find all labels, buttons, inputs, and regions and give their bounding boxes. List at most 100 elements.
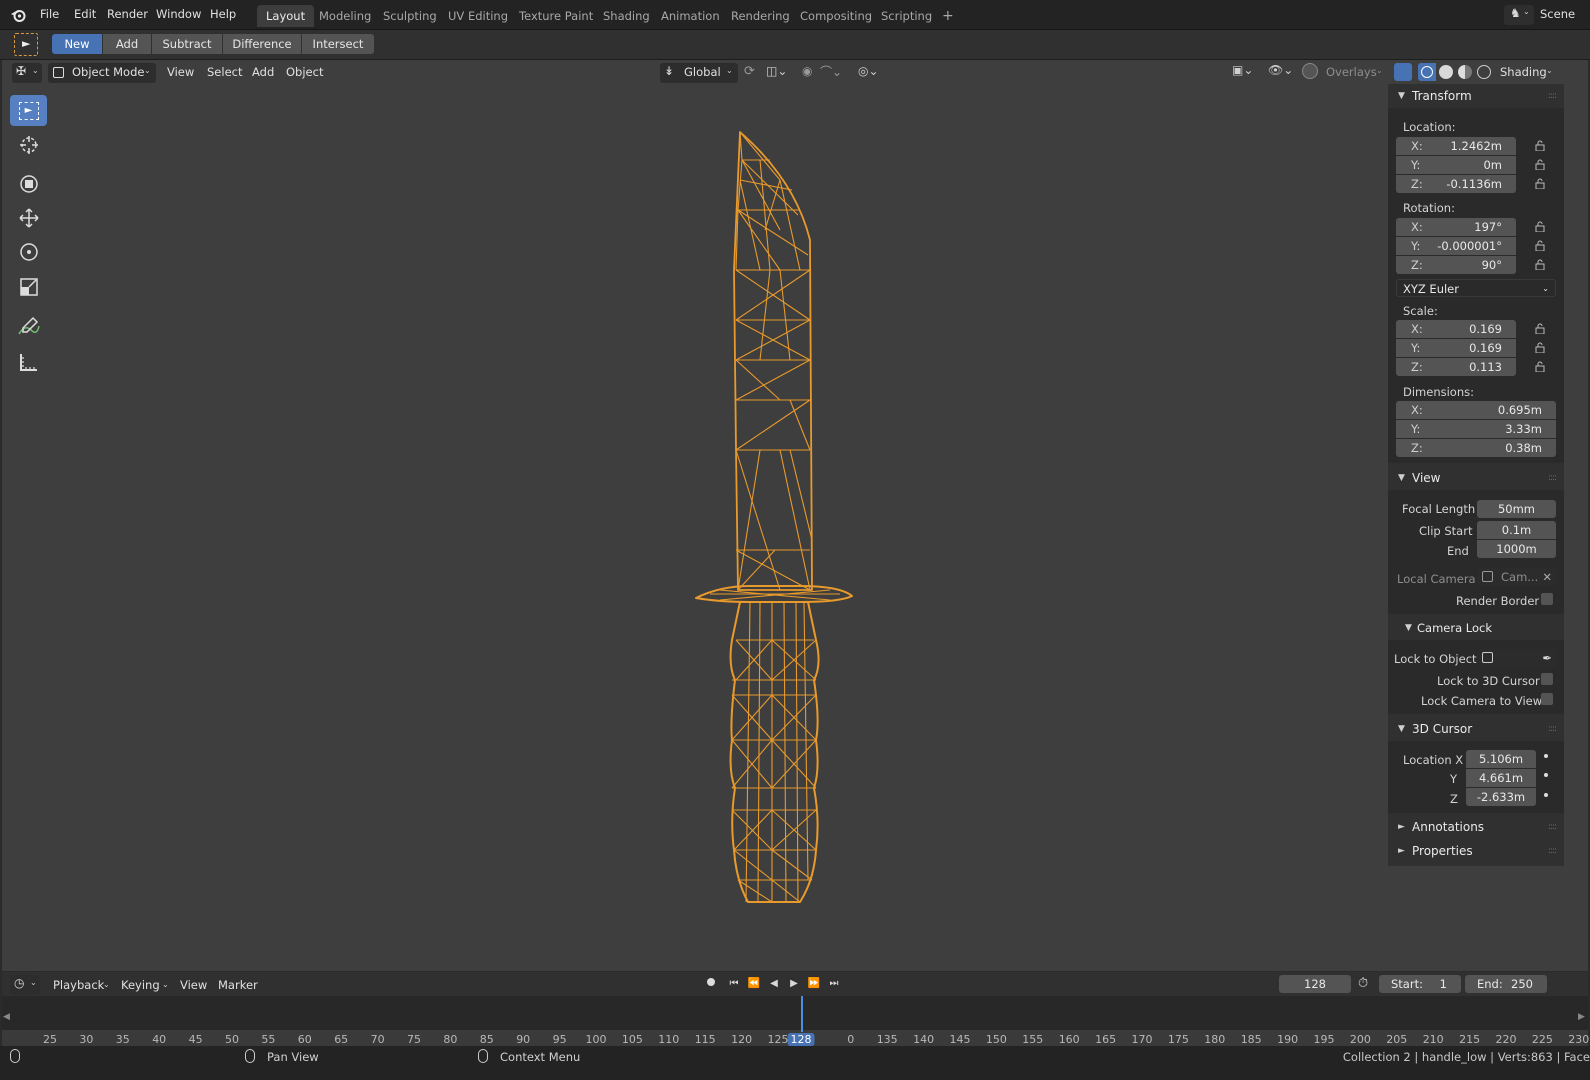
tab-shading[interactable]: Shading [594,5,659,27]
annotate-tool[interactable] [10,311,47,342]
lock-rotation-y-icon[interactable] [1535,240,1545,251]
3d-cursor-panel-header[interactable]: ▼ 3D Cursor :::: [1388,717,1564,741]
material-shading-icon[interactable] [1458,65,1472,79]
rotate-tool[interactable] [10,236,47,267]
cursor-tool[interactable] [10,129,47,160]
lock-scale-z-icon[interactable] [1535,361,1545,372]
scene-name[interactable]: Scene [1540,7,1575,21]
mode-dropdown[interactable]: Object Mode ⌄ [48,63,156,83]
lock-to-3d-cursor-checkbox[interactable] [1541,673,1553,685]
scale-y-field[interactable]: Y: 0.169 [1396,339,1516,357]
scroll-right-icon[interactable]: ▶ [1578,1012,1585,1022]
tab-layout[interactable]: Layout [257,5,315,27]
scale-x-field[interactable]: X: 0.169 [1396,320,1516,338]
tab-modeling[interactable]: Modeling [310,5,380,27]
lock-rotation-x-icon[interactable] [1535,221,1545,232]
lock-rotation-z-icon[interactable] [1535,259,1545,270]
play-icon[interactable]: ▶ [787,977,801,991]
tab-rendering[interactable]: Rendering [722,5,799,27]
tab-texture-paint[interactable]: Texture Paint [510,5,602,27]
mode-difference-button[interactable]: Difference [223,34,301,54]
add-workspace-button[interactable]: + [933,5,963,27]
menu-view[interactable]: View [167,65,194,79]
mode-add-button[interactable]: Add [103,34,151,54]
scroll-left-icon[interactable]: ◀ [3,1012,10,1022]
local-camera-field[interactable]: Cam... ✕ [1477,568,1556,586]
rotation-mode-dropdown[interactable]: XYZ Euler ⌄ [1396,279,1556,297]
end-frame-field[interactable]: End: 250 [1465,975,1547,993]
current-frame-field[interactable]: 128 [1279,975,1351,993]
overlays-toggle-icon[interactable] [1302,63,1318,79]
lock-scale-x-icon[interactable] [1535,323,1545,334]
dimensions-y-field[interactable]: Y: 3.33m [1396,420,1556,438]
clip-end-field[interactable]: 1000m [1477,540,1556,558]
scale-tool[interactable] [10,271,47,302]
pivot-icon[interactable]: ⟳ [744,64,755,79]
lock-object-field[interactable]: ✒ [1477,649,1556,667]
prev-keyframe-icon[interactable]: ⏪ [747,977,761,991]
drag-grip-icon[interactable]: :::: [1548,839,1557,863]
render-border-checkbox[interactable] [1541,593,1553,605]
dimensions-x-field[interactable]: X: 0.695m [1396,401,1556,419]
scale-z-field[interactable]: Z: 0.113 [1396,358,1516,376]
cursor-location-y-field[interactable]: 4.661m [1466,769,1536,787]
menu-object[interactable]: Object [286,65,323,79]
tab-sculpting[interactable]: Sculpting [374,5,446,27]
keyframe-dot-icon[interactable] [1544,793,1548,797]
annotations-panel-header[interactable]: ► Annotations :::: [1388,815,1564,839]
location-z-field[interactable]: Z: -0.1136m [1396,175,1516,193]
blender-logo-icon[interactable] [10,7,27,23]
falloff-icon[interactable]: ⌒⌄ [820,63,842,80]
play-reverse-icon[interactable]: ◀ [767,977,781,991]
menu-keying[interactable]: Keying [121,978,160,992]
view-object-types-icon[interactable]: ▣⌄ [1232,63,1253,77]
view-panel-header[interactable]: ▼ View :::: [1388,466,1564,490]
mode-subtract-button[interactable]: Subtract [152,34,222,54]
start-frame-field[interactable]: Start: 1 [1379,975,1461,993]
dimensions-z-field[interactable]: Z: 0.38m [1396,439,1556,457]
mode-intersect-button[interactable]: Intersect [302,34,374,54]
snap-icon[interactable]: ◫⌄ [766,64,787,78]
drag-grip-icon[interactable]: :::: [1548,815,1557,839]
proportional-edit-icon[interactable]: ◉ [802,64,812,78]
transform-tool[interactable] [10,168,47,199]
menu-add[interactable]: Add [252,65,274,79]
lock-camera-to-view-checkbox[interactable] [1541,693,1553,705]
menu-select[interactable]: Select [207,65,242,79]
solid-shading-icon[interactable] [1439,65,1453,79]
rotation-x-field[interactable]: X: 197° [1396,218,1516,236]
camera-lock-panel-header[interactable]: ▼ Camera Lock [1388,616,1564,640]
move-tool[interactable] [10,202,47,233]
jump-end-icon[interactable]: ⏭ [827,977,841,991]
select-box-tool[interactable]: ► [10,95,47,126]
menu-render[interactable]: Render [107,7,148,21]
properties-panel-header[interactable]: ► Properties :::: [1388,839,1564,863]
cursor-location-z-field[interactable]: -2.633m [1466,788,1536,806]
menu-window[interactable]: Window [156,7,201,21]
menu-help[interactable]: Help [210,7,236,21]
tab-compositing[interactable]: Compositing [791,5,881,27]
cursor-location-x-field[interactable]: 5.106m [1466,750,1536,768]
wireframe-shading-icon[interactable] [1418,63,1436,81]
scene-selector-button[interactable]: ♞ ⌄ [1504,5,1534,25]
xray-toggle-icon[interactable] [1394,63,1412,81]
tab-uv-editing[interactable]: UV Editing [439,5,517,27]
location-x-field[interactable]: X: 1.2462m [1396,137,1516,155]
select-mode-icon[interactable]: ► [14,33,38,56]
next-keyframe-icon[interactable]: ⏩ [807,977,821,991]
visibility-eye-icon[interactable]: 👁⌄ [1268,63,1293,77]
menu-marker[interactable]: Marker [218,978,258,992]
lock-scale-y-icon[interactable] [1535,342,1545,353]
shading-label[interactable]: Shading [1500,65,1547,79]
lock-location-y-icon[interactable] [1535,159,1545,170]
transform-pivot-icon[interactable]: ◎⌄ [858,64,879,78]
timeline-editor-type-button[interactable]: ◷ ⌄ [10,975,40,995]
menu-playback[interactable]: Playback [53,978,104,992]
menu-view[interactable]: View [180,978,207,992]
measure-tool[interactable] [10,346,47,377]
orientation-dropdown[interactable]: ↡ Global ⌄ [660,63,738,83]
transform-panel-header[interactable]: ▼ Transform :::: [1388,84,1564,108]
overlays-label[interactable]: Overlays [1326,65,1377,79]
keyframe-dot-icon[interactable] [1544,773,1548,777]
knife-mesh-wireframe[interactable] [680,120,870,920]
